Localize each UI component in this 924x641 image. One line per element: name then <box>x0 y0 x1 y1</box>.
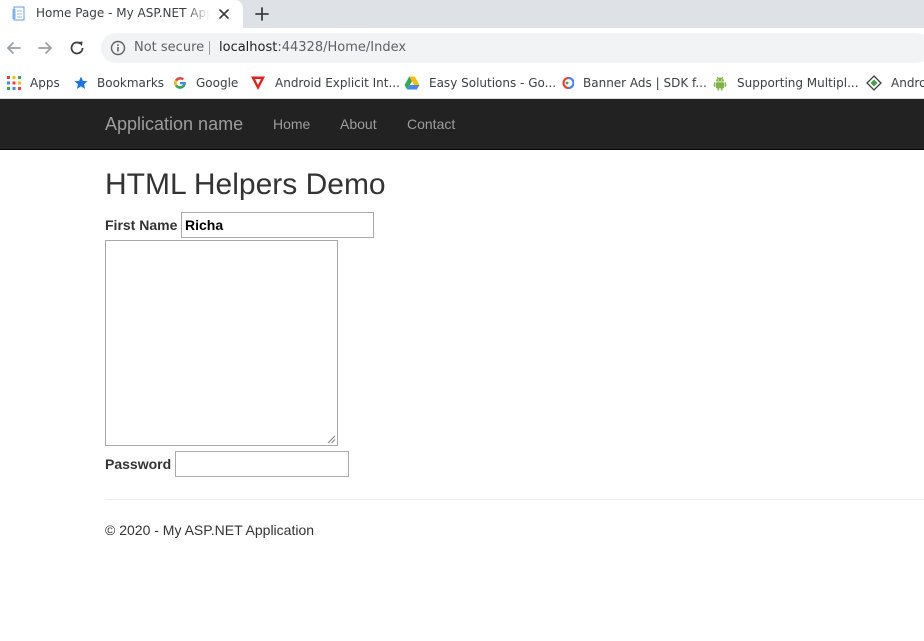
bookmark-label: Bookmarks <box>97 76 165 90</box>
bookmark-label: Android Explicit Int... <box>275 76 400 90</box>
footer-text: © 2020 - My ASP.NET Application <box>105 522 315 538</box>
page-title: HTML Helpers Demo <box>105 168 386 201</box>
resize-grip-icon[interactable] <box>326 434 336 444</box>
bookmark-bookmarks[interactable]: Bookmarks <box>74 72 164 94</box>
tab-title: Home Page - My ASP.NET Application <box>36 6 209 20</box>
tab-strip: Home Page - My ASP.NET Application <box>0 0 924 28</box>
bookmark-label: Google <box>196 76 239 90</box>
bookmark-easy-solutions[interactable]: Easy Solutions - Go... <box>404 72 556 94</box>
bookmark-label: Supporting Multipl... <box>737 76 859 90</box>
first-name-input[interactable]: Richa <box>181 212 374 238</box>
bookmarks-bar: Apps Bookmarks Google Android Explicit I… <box>0 68 924 99</box>
admob-icon <box>562 76 574 90</box>
address-bar[interactable]: Not secure localhost:44328/Home/Index <box>101 33 924 63</box>
star-icon <box>74 76 88 89</box>
bookmark-supporting-multiple[interactable]: Supporting Multipl... <box>712 72 859 94</box>
url-path: :44328/Home/Index <box>277 40 407 55</box>
forward-arrow-icon[interactable] <box>35 38 55 58</box>
diamond-icon <box>866 75 882 91</box>
url-host: localhost <box>219 40 278 55</box>
bookmark-andro[interactable]: Andro <box>866 72 924 94</box>
bookmark-banner-ads[interactable]: Banner Ads | SDK f... <box>560 72 707 94</box>
site-navbar: Application name Home About Contact <box>0 99 924 150</box>
apps-grid-icon <box>7 76 21 90</box>
info-icon[interactable] <box>110 40 126 56</box>
google-drive-icon <box>404 76 420 90</box>
new-tab-icon[interactable] <box>253 5 271 23</box>
bookmark-label: Easy Solutions - Go... <box>429 76 557 90</box>
close-tab-icon[interactable] <box>216 6 232 22</box>
bookmark-google[interactable]: Google <box>173 72 238 94</box>
footer-divider <box>105 499 924 500</box>
brand-link[interactable]: Application name <box>105 114 243 135</box>
bookmark-apps[interactable]: Apps <box>7 72 60 94</box>
nav-link-home[interactable]: Home <box>273 116 310 132</box>
bookmark-label: Banner Ads | SDK f... <box>583 76 707 90</box>
security-label[interactable]: Not secure <box>134 40 204 55</box>
browser-tab[interactable]: Home Page - My ASP.NET Application <box>0 0 243 28</box>
back-arrow-icon[interactable] <box>4 38 24 58</box>
google-icon <box>174 77 186 89</box>
bookmark-label: Andro <box>891 76 924 90</box>
bookmark-label: Apps <box>30 76 60 90</box>
bookmark-android-explicit[interactable]: Android Explicit Int... <box>250 72 400 94</box>
nav-link-contact[interactable]: Contact <box>407 116 455 132</box>
url-text[interactable]: localhost:44328/Home/Index <box>219 40 406 55</box>
reload-icon[interactable] <box>67 38 87 58</box>
tab-title-fade <box>186 4 210 24</box>
page-icon <box>12 6 25 21</box>
password-input[interactable] <box>175 451 349 477</box>
nav-link-about[interactable]: About <box>340 116 377 132</box>
red-triangle-icon <box>251 76 265 90</box>
address-separator <box>209 41 210 55</box>
password-label: Password <box>105 456 172 472</box>
android-icon <box>713 76 727 91</box>
textarea-field[interactable] <box>105 240 338 446</box>
first-name-label: First Name <box>105 217 178 233</box>
browser-toolbar: Not secure localhost:44328/Home/Index <box>0 28 924 68</box>
